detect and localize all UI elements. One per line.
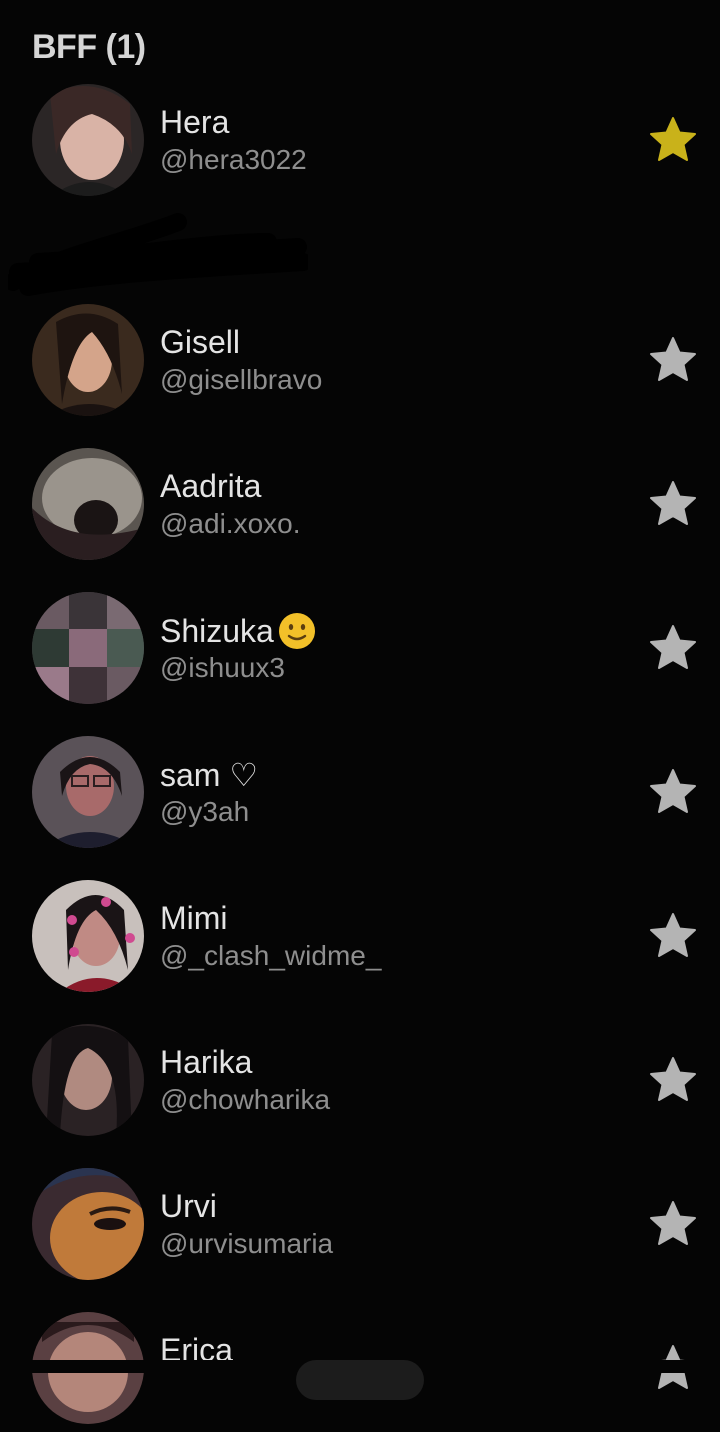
star-icon[interactable]	[648, 912, 698, 960]
avatar[interactable]	[32, 84, 144, 196]
star-icon[interactable]	[648, 336, 698, 384]
star-icon[interactable]	[648, 624, 698, 672]
list-item[interactable]: Harika @chowharika	[0, 1024, 720, 1144]
contact-name: Aadrita	[160, 468, 262, 504]
contact-name-text: Shizuka	[160, 612, 274, 649]
redaction-scribble	[8, 213, 308, 296]
star-icon[interactable]	[648, 480, 698, 528]
contact-handle: @urvisumaria	[160, 1228, 334, 1259]
avatar[interactable]	[32, 1024, 144, 1136]
contact-name: sam ♡	[160, 757, 259, 793]
list-item[interactable]: Mimi @_clash_widme_	[0, 880, 720, 1000]
contact-handle: @hera3022	[160, 144, 307, 175]
star-filled-icon[interactable]	[648, 116, 698, 164]
list-item[interactable]: Hera @hera3022	[0, 84, 720, 204]
avatar[interactable]	[32, 304, 144, 416]
contact-handle: @gisellbravo	[160, 364, 323, 395]
contact-handle: @y3ah	[160, 796, 250, 827]
avatar[interactable]	[32, 592, 144, 704]
contact-handle: @ishuux3	[160, 652, 285, 683]
contact-name: Harika	[160, 1044, 253, 1080]
page-title: BFF (1)	[32, 28, 146, 66]
slightly-smiling-face-icon	[278, 613, 315, 649]
list-item[interactable]: Urvi @urvisumaria	[0, 1168, 720, 1288]
contact-handle: @adi.xoxo.	[160, 508, 301, 539]
list-item[interactable]: sam ♡ @y3ah	[0, 736, 720, 856]
contact-name: Gisell	[160, 324, 241, 360]
star-icon[interactable]	[648, 1200, 698, 1248]
avatar[interactable]	[32, 448, 144, 560]
bottom-handle[interactable]	[296, 1360, 424, 1400]
list-item[interactable]: Aadrita @adi.xoxo.	[0, 448, 720, 568]
star-icon[interactable]	[648, 768, 698, 816]
contact-handle: @_clash_widme_	[160, 940, 382, 971]
avatar[interactable]	[32, 736, 144, 848]
list-item[interactable]: Shizuka @ishuux3	[0, 592, 720, 712]
contact-handle: @chowharika	[160, 1084, 331, 1115]
list-item[interactable]: Gisell @gisellbravo	[0, 304, 720, 424]
contact-name: Hera	[160, 104, 230, 140]
avatar[interactable]	[32, 1168, 144, 1280]
avatar[interactable]	[32, 880, 144, 992]
star-icon[interactable]	[648, 1056, 698, 1104]
contact-name: Mimi	[160, 900, 228, 936]
contact-name: Urvi	[160, 1188, 217, 1224]
contact-name: Shizuka	[160, 612, 316, 650]
